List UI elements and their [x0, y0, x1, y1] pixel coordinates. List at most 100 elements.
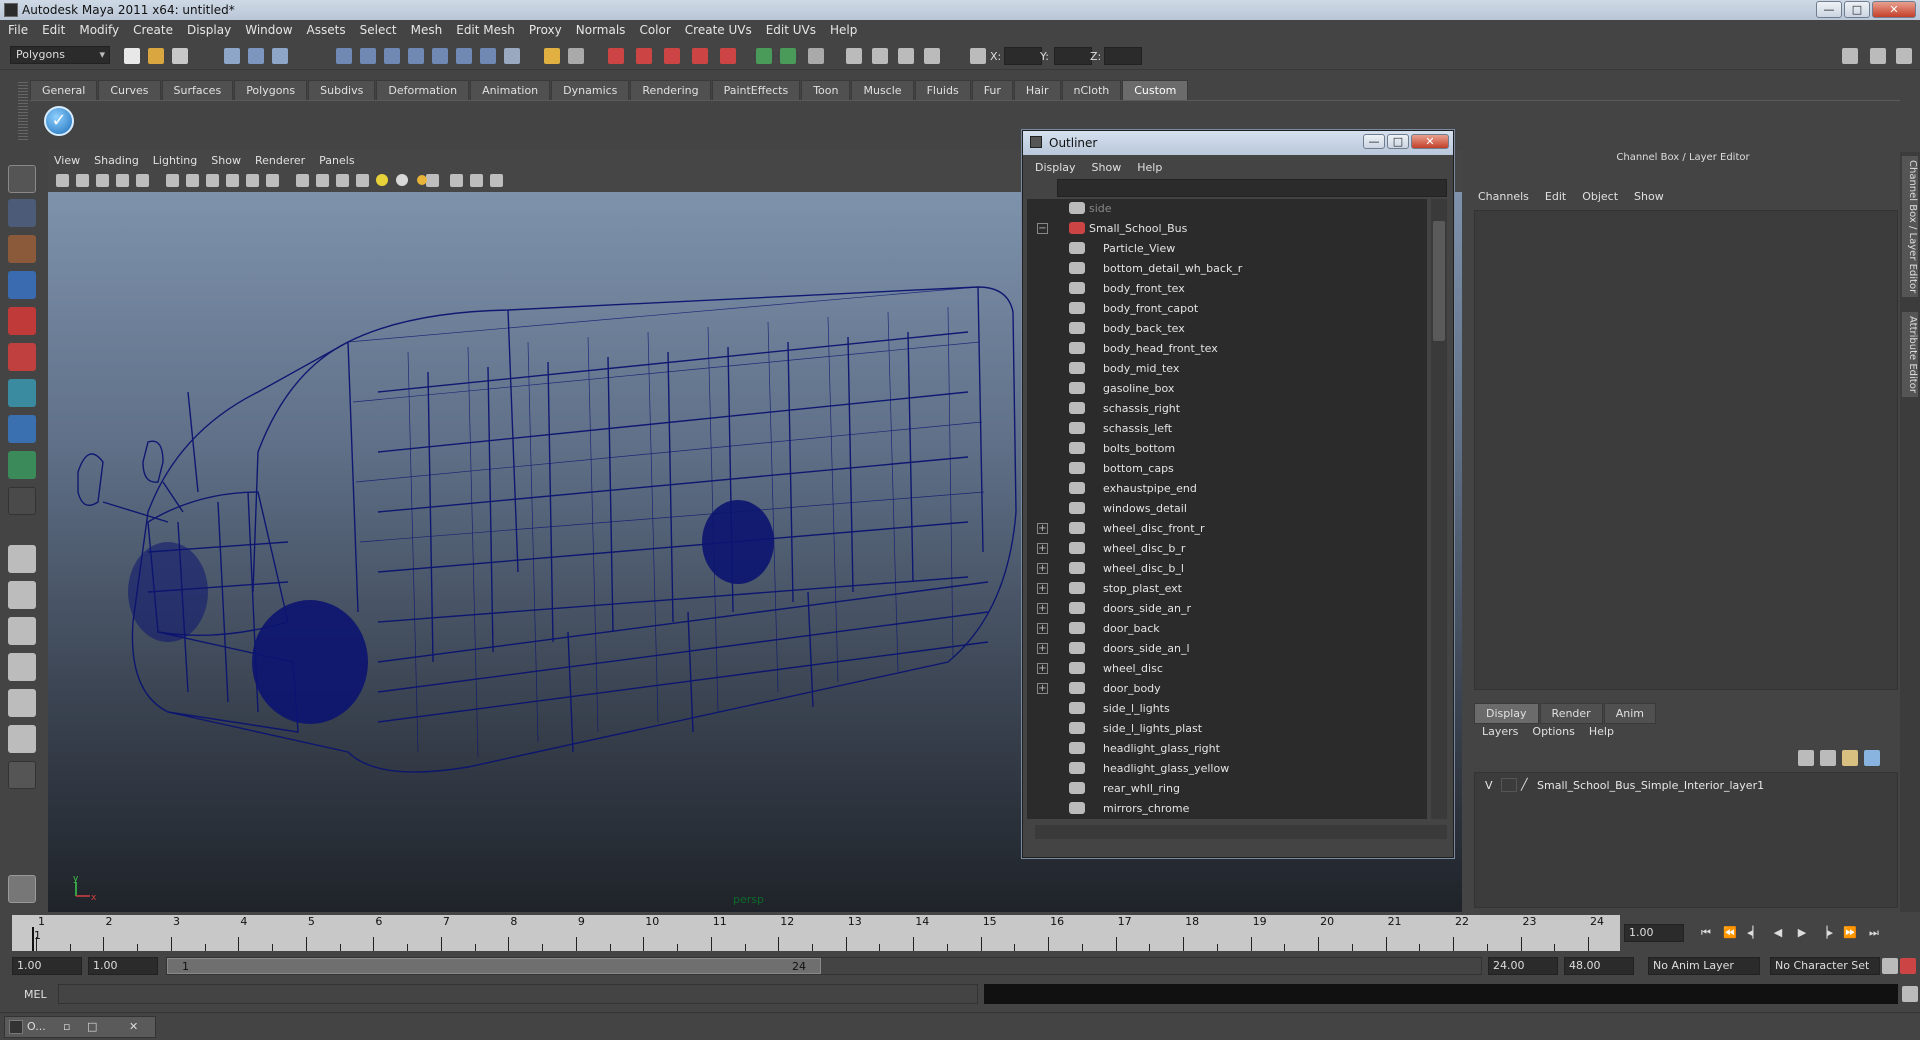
viewport-menu-show[interactable]: Show — [211, 154, 241, 167]
outliner-item[interactable]: body_front_capot — [1027, 299, 1427, 319]
minimized-close-icon[interactable]: ✕ — [129, 1017, 138, 1037]
layer-color-swatch[interactable]: ╱ — [1521, 778, 1535, 792]
expand-icon[interactable]: + — [1037, 623, 1048, 634]
play-forwards-icon[interactable]: ▶ — [1792, 924, 1812, 942]
go-to-end-icon[interactable]: ⏭ — [1864, 924, 1884, 942]
soft-modification-icon[interactable] — [8, 415, 36, 443]
menu-mesh[interactable]: Mesh — [411, 23, 443, 37]
select-component-icon[interactable] — [272, 48, 288, 64]
move-tool-icon[interactable] — [8, 271, 36, 299]
select-misc-icon[interactable] — [504, 48, 520, 64]
shelf-tab-painteffects[interactable]: PaintEffects — [711, 80, 801, 100]
menu-create-uvs[interactable]: Create UVs — [685, 23, 752, 37]
select-dynamic-icon[interactable] — [456, 48, 472, 64]
step-back-key-icon[interactable]: ⏪ — [1720, 924, 1740, 942]
outliner-item[interactable]: schassis_right — [1027, 399, 1427, 419]
rotate-tool-icon[interactable] — [8, 307, 36, 335]
viewport-toolbar-icons[interactable] — [48, 170, 568, 192]
channel-menu-object[interactable]: Object — [1582, 190, 1618, 203]
select-surface-icon[interactable] — [408, 48, 424, 64]
expand-icon[interactable]: + — [1037, 643, 1048, 654]
script-editor-icon[interactable] — [1902, 986, 1918, 1002]
hypershade-persp-layout-icon[interactable] — [8, 725, 36, 753]
snap-curve-icon[interactable] — [636, 48, 652, 64]
step-forward-key-icon[interactable]: ⏩ — [1840, 924, 1860, 942]
outliner-menu-show[interactable]: Show — [1092, 161, 1122, 174]
start-time-field[interactable]: 1.00 — [12, 957, 82, 975]
viewport-menu-renderer[interactable]: Renderer — [255, 154, 305, 167]
persp-graph-layout-icon[interactable] — [8, 653, 36, 681]
select-curve-icon[interactable] — [384, 48, 400, 64]
outliner-filter-input[interactable] — [1057, 179, 1447, 197]
outliner-maximize-button[interactable]: □ — [1387, 134, 1409, 149]
playback-start-field[interactable]: 1.00 — [88, 957, 158, 975]
expand-icon[interactable]: + — [1037, 523, 1048, 534]
outliner-item[interactable]: bottom_caps — [1027, 459, 1427, 479]
outliner-item[interactable]: body_front_tex — [1027, 279, 1427, 299]
viewport-menu-view[interactable]: View — [54, 154, 80, 167]
custom-layout-icon[interactable] — [8, 761, 36, 789]
outliner-item[interactable]: exhaustpipe_end — [1027, 479, 1427, 499]
outliner-item[interactable]: bolts_bottom — [1027, 439, 1427, 459]
outliner-menu-help[interactable]: Help — [1137, 161, 1162, 174]
layer-visibility-toggle[interactable]: V — [1485, 779, 1493, 792]
end-time-field[interactable]: 48.00 — [1564, 957, 1634, 975]
channel-box-panel[interactable] — [1474, 210, 1898, 690]
make-live-icon[interactable] — [720, 48, 736, 64]
outliner-item[interactable]: + doors_side_an_r — [1027, 599, 1427, 619]
animation-preferences-icon[interactable] — [1900, 958, 1916, 974]
select-object-icon[interactable] — [248, 48, 264, 64]
render-settings-icon[interactable] — [898, 48, 914, 64]
playback-end-field[interactable]: 24.00 — [1488, 957, 1558, 975]
menu-edit-uvs[interactable]: Edit UVs — [766, 23, 816, 37]
layer-row[interactable]: V ╱ Small_School_Bus_Simple_Interior_lay… — [1479, 777, 1889, 795]
z-field[interactable] — [1104, 47, 1142, 65]
layer-menu-help[interactable]: Help — [1589, 725, 1614, 738]
new-scene-icon[interactable] — [124, 48, 140, 64]
outliner-item[interactable]: + wheel_disc_b_r — [1027, 539, 1427, 559]
menu-assets[interactable]: Assets — [307, 23, 346, 37]
shelf-tab-fur[interactable]: Fur — [971, 80, 1013, 100]
outliner-item[interactable]: − Small_School_Bus — [1027, 219, 1427, 239]
shelf-tab-animation[interactable]: Animation — [470, 80, 551, 100]
save-scene-icon[interactable] — [172, 48, 188, 64]
layer-tab-display[interactable]: Display — [1474, 703, 1539, 724]
select-tool-icon[interactable] — [8, 165, 36, 193]
shelf-drag-handle[interactable] — [18, 82, 28, 142]
minimize-button[interactable]: — — [1816, 1, 1842, 18]
command-language-label[interactable]: MEL — [24, 988, 47, 1001]
shelf-tab-toon[interactable]: Toon — [801, 80, 851, 100]
layer-tab-render[interactable]: Render — [1539, 703, 1603, 724]
shelf-tab-custom[interactable]: Custom — [1122, 80, 1189, 100]
persp-outliner-layout-icon[interactable] — [8, 617, 36, 645]
four-view-layout-icon[interactable] — [8, 581, 36, 609]
open-scene-icon[interactable] — [148, 48, 164, 64]
command-input[interactable] — [58, 984, 978, 1004]
snap-view-plane-icon[interactable] — [692, 48, 708, 64]
lasso-tool-icon[interactable] — [8, 199, 36, 227]
menu-display[interactable]: Display — [187, 23, 231, 37]
select-joint-icon[interactable] — [360, 48, 376, 64]
outliner-item[interactable]: side_l_lights — [1027, 699, 1427, 719]
channel-menu-edit[interactable]: Edit — [1545, 190, 1566, 203]
render-current-frame-icon[interactable] — [846, 48, 862, 64]
universal-manipulator-icon[interactable] — [8, 379, 36, 407]
checkmark-icon[interactable]: ✓ — [44, 106, 74, 136]
go-to-start-icon[interactable]: ⏮ — [1696, 924, 1716, 942]
range-slider[interactable]: 1 24 — [166, 957, 1482, 975]
character-set-dropdown[interactable]: No Character Set — [1770, 957, 1880, 975]
outliner-menu-display[interactable]: Display — [1035, 161, 1076, 174]
outliner-item[interactable]: body_back_tex — [1027, 319, 1427, 339]
menu-window[interactable]: Window — [245, 23, 292, 37]
step-forward-frame-icon[interactable]: ▕▸ — [1816, 924, 1836, 942]
menu-proxy[interactable]: Proxy — [529, 23, 562, 37]
expand-icon[interactable]: + — [1037, 663, 1048, 674]
select-hierarchy-icon[interactable] — [224, 48, 240, 64]
outliner-title-bar[interactable]: Outliner — □ ✕ — [1023, 131, 1453, 155]
minimized-restore-icon[interactable]: ▫ — [63, 1017, 70, 1037]
move-layer-up-icon[interactable] — [1798, 750, 1814, 766]
outliner-item[interactable]: schassis_left — [1027, 419, 1427, 439]
menu-help[interactable]: Help — [830, 23, 857, 37]
shelf-tab-subdivs[interactable]: Subdivs — [308, 80, 376, 100]
shelf-tab-rendering[interactable]: Rendering — [630, 80, 711, 100]
